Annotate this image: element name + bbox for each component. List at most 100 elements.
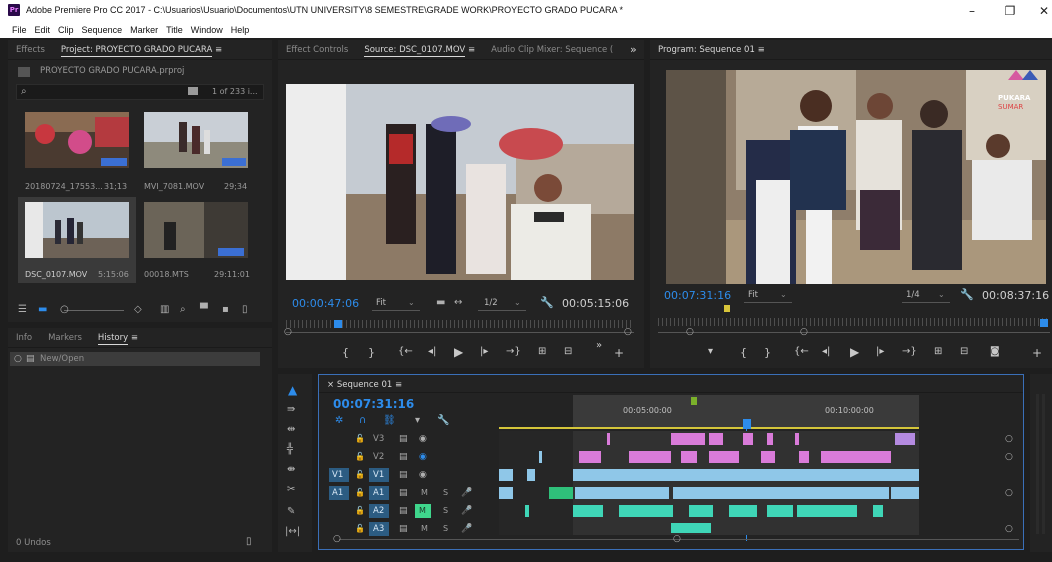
step-forward-icon[interactable]: |▸ <box>480 346 488 357</box>
sync-lock-icon[interactable]: ▤ <box>399 523 408 535</box>
razor-tool-icon[interactable]: ✂ <box>287 484 295 496</box>
drag-video-icon[interactable]: ↔ <box>454 297 462 309</box>
source-zoom-select[interactable]: Fit ⌄ <box>372 297 420 311</box>
scroll-handle-left-icon[interactable]: ○ <box>333 533 341 545</box>
bin-icon[interactable] <box>188 87 198 95</box>
lock-icon[interactable]: 🔓 <box>355 487 365 499</box>
tab-history[interactable]: History ≡ <box>90 328 146 347</box>
source-playhead-timecode[interactable]: 00:00:47:06 <box>292 297 359 310</box>
timeline-playhead-head[interactable] <box>743 419 751 429</box>
mark-out-icon[interactable]: } <box>764 346 771 359</box>
eye-icon[interactable]: ◉ <box>419 469 427 481</box>
linked-selection-icon[interactable]: ⛓ <box>383 415 396 427</box>
eye-icon[interactable]: ◉ <box>419 451 427 463</box>
track-target-a2[interactable]: A2 <box>369 504 389 518</box>
track-select-tool-icon[interactable]: ⇛ <box>287 404 295 416</box>
track-height-handle-icon[interactable]: ○ <box>1005 433 1013 445</box>
tab-markers[interactable]: Markers <box>40 328 90 347</box>
wrench-icon[interactable]: 🔧 <box>540 297 554 309</box>
menu-clip[interactable]: Clip <box>54 22 78 38</box>
mute-button[interactable]: M <box>421 524 428 533</box>
insert-icon[interactable]: ⊞ <box>538 346 546 357</box>
lock-icon[interactable]: 🔓 <box>355 505 365 517</box>
source-zoom-bar[interactable] <box>286 332 634 333</box>
slip-tool-icon[interactable]: |↔| <box>285 526 300 538</box>
go-to-out-icon[interactable]: →} <box>506 346 521 357</box>
zoom-handle-left-icon[interactable]: ○ <box>284 326 292 338</box>
source-resolution-select[interactable]: 1/2 ⌄ <box>478 297 526 311</box>
nest-icon[interactable]: ✲ <box>335 415 343 427</box>
menu-marker[interactable]: Marker <box>126 22 162 38</box>
mute-button-active[interactable]: M <box>415 504 431 518</box>
solo-button[interactable]: S <box>443 524 448 533</box>
rolling-edit-tool-icon[interactable]: ╬ <box>287 444 293 456</box>
program-zoom-select[interactable]: Fit ⌄ <box>744 289 792 303</box>
overwrite-icon[interactable]: ⊟ <box>564 346 572 357</box>
tab-source[interactable]: Source: DSC_0107.MOV ≡ <box>356 40 483 59</box>
tab-effect-controls[interactable]: Effect Controls <box>278 40 356 59</box>
add-marker-icon[interactable]: ▾ <box>708 346 713 357</box>
mark-out-icon[interactable]: } <box>368 346 375 359</box>
solo-button[interactable]: S <box>443 506 448 515</box>
microphone-icon[interactable]: 🎤 <box>461 523 472 535</box>
track-height-handle-icon[interactable]: ○ <box>1005 523 1013 535</box>
pen-tool-icon[interactable]: ✎ <box>287 506 295 518</box>
step-back-icon[interactable]: ◂| <box>822 346 830 357</box>
tab-sequence[interactable]: × Sequence 01 ≡ <box>319 375 410 392</box>
track-height-handle-icon[interactable]: ○ <box>1005 451 1013 463</box>
panel-menu-icon[interactable]: ≡ <box>395 380 402 390</box>
track-target-a3[interactable]: A3 <box>369 522 389 536</box>
menu-sequence[interactable]: Sequence <box>78 22 127 38</box>
menu-file[interactable]: File <box>8 22 31 38</box>
menu-title[interactable]: Title <box>162 22 187 38</box>
sync-lock-icon[interactable]: ▤ <box>399 451 408 463</box>
source-patch-v1[interactable]: V1 <box>329 468 349 482</box>
solo-button[interactable]: S <box>443 488 448 497</box>
source-patch-a1[interactable]: A1 <box>329 486 349 500</box>
settings-wrench-icon[interactable]: 🔧 <box>437 415 449 427</box>
scroll-handle-right-icon[interactable]: ○ <box>673 533 681 545</box>
sync-lock-icon[interactable]: ▤ <box>399 505 408 517</box>
menu-help[interactable]: Help <box>227 22 254 38</box>
tab-effects[interactable]: Effects <box>8 40 53 59</box>
tab-info[interactable]: Info <box>8 328 40 347</box>
trash-icon[interactable]: ▯ <box>246 536 252 548</box>
track-height-handle-icon[interactable]: ○ <box>1005 487 1013 499</box>
work-area-bar[interactable] <box>499 427 919 429</box>
lock-icon[interactable]: 🔓 <box>355 469 365 481</box>
insert-marker-icon[interactable]: ▬ <box>436 297 445 309</box>
tab-audio-clip-mixer[interactable]: Audio Clip Mixer: Sequence ( <box>483 40 621 59</box>
add-marker-icon[interactable]: ▾ <box>415 415 420 427</box>
minimize-button[interactable]: – <box>958 2 986 20</box>
automate-icon[interactable]: ▥ <box>160 304 169 316</box>
track-target-a1[interactable]: A1 <box>369 486 389 500</box>
go-to-out-icon[interactable]: →} <box>902 346 917 357</box>
sync-lock-icon[interactable]: ▤ <box>399 469 408 481</box>
lock-icon[interactable]: 🔓 <box>355 451 365 463</box>
program-time-ruler[interactable] <box>658 318 1050 326</box>
sequence-marker[interactable] <box>691 397 697 405</box>
menu-edit[interactable]: Edit <box>31 22 55 38</box>
microphone-icon[interactable]: 🎤 <box>461 505 472 517</box>
source-video-frame[interactable] <box>286 84 634 280</box>
source-playhead[interactable] <box>334 320 342 328</box>
clip-thumbnail[interactable] <box>25 202 129 258</box>
menu-window[interactable]: Window <box>187 22 227 38</box>
find-icon[interactable]: ⌕ <box>180 304 186 316</box>
track-lanes[interactable] <box>499 431 919 535</box>
export-frame-icon[interactable]: ◙ <box>990 346 1000 357</box>
tab-program[interactable]: Program: Sequence 01 ≡ <box>650 40 773 59</box>
close-button[interactable]: ✕ <box>1030 2 1052 20</box>
clip-thumbnail[interactable] <box>25 112 129 168</box>
lock-icon[interactable]: 🔓 <box>355 433 365 445</box>
microphone-icon[interactable]: 🎤 <box>461 487 472 499</box>
program-video-frame[interactable]: PUKARA SUMAR <box>666 70 1046 284</box>
play-icon[interactable]: ▶ <box>850 345 859 359</box>
zoom-slider[interactable] <box>64 310 124 311</box>
panel-menu-icon[interactable]: ≡ <box>131 333 138 343</box>
panel-menu-icon[interactable]: ≡ <box>758 45 765 55</box>
panel-menu-icon[interactable]: ≡ <box>215 45 222 55</box>
sync-lock-icon[interactable]: ▤ <box>399 487 408 499</box>
sync-lock-icon[interactable]: ▤ <box>399 433 408 445</box>
add-button-icon[interactable]: + <box>614 346 624 360</box>
